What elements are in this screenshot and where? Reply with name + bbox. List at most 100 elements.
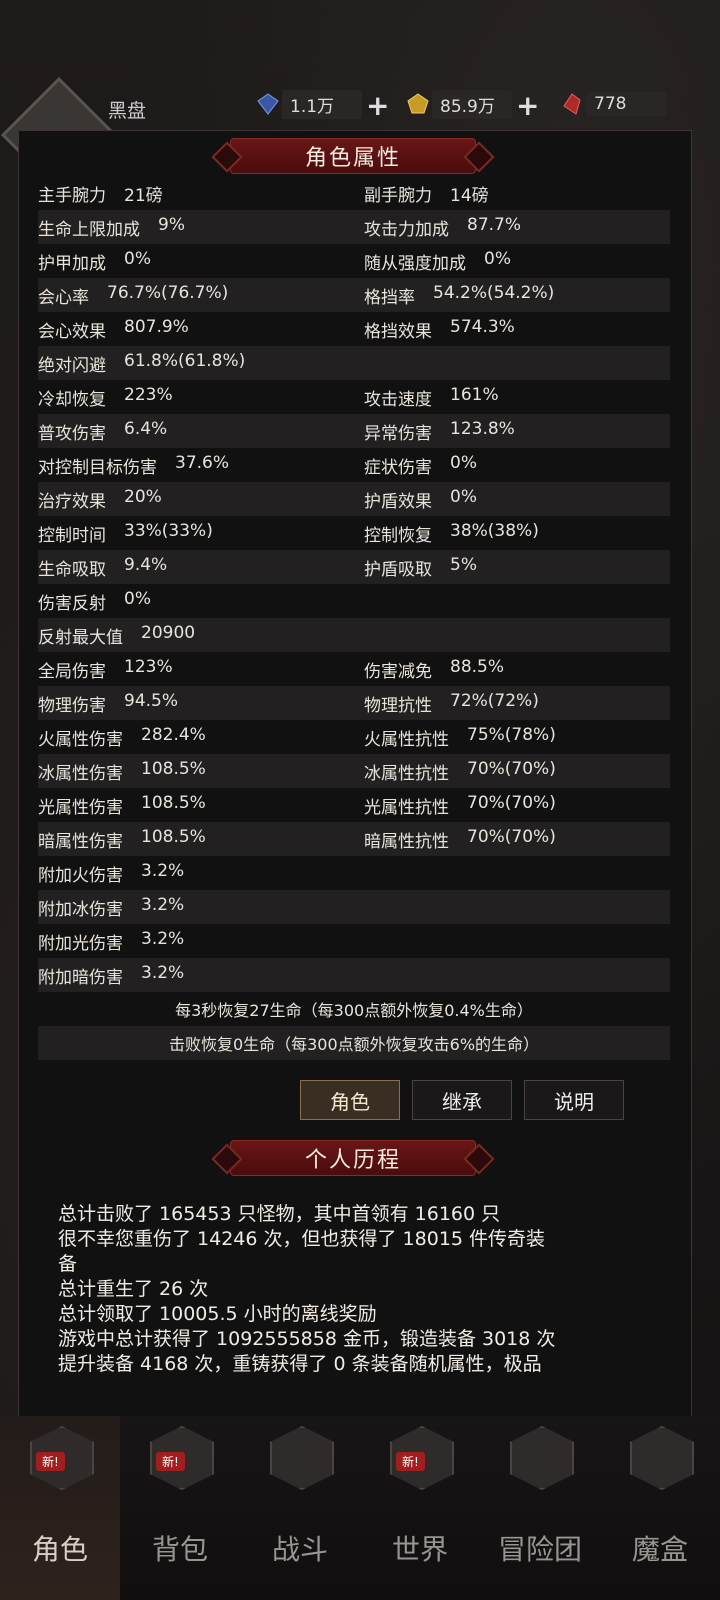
- stat-value: 9%: [158, 214, 185, 235]
- currency-red-gem: 778: [560, 90, 666, 118]
- stat-right: 症状伤害 0%: [364, 453, 670, 478]
- stat-right: 火属性抗性 75%(78%): [364, 725, 670, 750]
- stat-label: 光属性伤害: [38, 797, 123, 818]
- stat-label: 物理抗性: [364, 695, 432, 716]
- stat-label: 火属性伤害: [38, 729, 123, 750]
- stat-label: 对控制目标伤害: [38, 457, 157, 478]
- stat-row: 附加火伤害 3.2%: [38, 856, 670, 890]
- stat-value: 3.2%: [141, 894, 185, 915]
- history-title: 个人历程: [304, 1148, 401, 1173]
- nav-magic-box[interactable]: 魔盒: [600, 1416, 720, 1600]
- stat-left: 附加光伤害 3.2%: [38, 929, 364, 954]
- stat-value: 61.8%(61.8%): [124, 350, 246, 371]
- stat-left: 生命上限加成 9%: [38, 215, 364, 240]
- stat-label: 治疗效果: [38, 491, 106, 512]
- history-line: 总计领取了 10005.5 小时的离线奖励: [58, 1303, 377, 1325]
- stat-label: 会心效果: [38, 321, 106, 342]
- stat-right: 攻击速度 161%: [364, 385, 670, 410]
- stat-value: 21磅: [124, 185, 163, 206]
- stat-right: 异常伤害 123.8%: [364, 419, 670, 444]
- stat-value: 88.5%: [450, 656, 505, 677]
- stat-label: 护盾吸取: [364, 559, 432, 580]
- stat-left: 生命吸取 9.4%: [38, 555, 364, 580]
- stat-left: 伤害反射 0%: [38, 589, 364, 614]
- stat-row: 绝对闪避 61.8%(61.8%): [38, 346, 670, 380]
- stat-label: 冷却恢复: [38, 389, 106, 410]
- stat-left: 会心率 76.7%(76.7%): [38, 283, 364, 308]
- stat-value: 161%: [450, 384, 499, 405]
- bottom-nav: 新! 角色 新! 背包 战斗 新! 世界 冒险团 魔盒: [0, 1416, 720, 1600]
- stat-right: 暗属性抗性 70%(70%): [364, 827, 670, 852]
- stat-label: 生命吸取: [38, 559, 106, 580]
- stat-label: 全局伤害: [38, 661, 106, 682]
- stat-right: 护盾吸取 5%: [364, 555, 670, 580]
- stat-row: 冷却恢复 223% 攻击速度 161%: [38, 380, 670, 414]
- stat-right: 控制恢复 38%(38%): [364, 521, 670, 546]
- stat-right: 冰属性抗性 70%(70%): [364, 759, 670, 784]
- stat-label: 火属性抗性: [364, 729, 449, 750]
- stat-row: 全局伤害 123% 伤害减免 88.5%: [38, 652, 670, 686]
- nav-battle[interactable]: 战斗: [240, 1416, 360, 1600]
- stat-value: 72%(72%): [450, 690, 539, 711]
- stat-left: 附加冰伤害 3.2%: [38, 895, 364, 920]
- tab-character[interactable]: 角色: [300, 1080, 400, 1120]
- add-gold-button[interactable]: +: [516, 89, 539, 122]
- stat-value: 3.2%: [141, 860, 185, 881]
- stat-value: 223%: [124, 384, 173, 405]
- stat-value: 70%(70%): [467, 758, 556, 779]
- history-text: 总计击败了 165453 只怪物，其中首领有 16160 只 很不幸您重伤了 1…: [58, 1202, 658, 1377]
- stat-value: 123.8%: [450, 418, 515, 439]
- history-line: 很不幸您重伤了 14246 次，但也获得了 18015 件传奇装: [58, 1228, 546, 1250]
- add-gems-button[interactable]: +: [366, 89, 389, 122]
- stat-label: 攻击力加成: [364, 219, 449, 240]
- stat-value: 282.4%: [141, 724, 206, 745]
- stat-value: 108.5%: [141, 792, 206, 813]
- stat-row: 反射最大值 20900: [38, 618, 670, 652]
- history-line: 总计击败了 165453 只怪物，其中首领有 16160 只: [58, 1203, 501, 1225]
- attributes-title: 角色属性: [304, 146, 401, 171]
- stat-row: 普攻伤害 6.4% 异常伤害 123.8%: [38, 414, 670, 448]
- stat-label: 附加暗伤害: [38, 967, 123, 988]
- stat-label: 附加火伤害: [38, 865, 123, 886]
- nav-backpack[interactable]: 新! 背包: [120, 1416, 240, 1600]
- stat-row: 火属性伤害 282.4% 火属性抗性 75%(78%): [38, 720, 670, 754]
- stat-value: 3.2%: [141, 928, 185, 949]
- stat-value: 70%(70%): [467, 826, 556, 847]
- stat-left: 附加火伤害 3.2%: [38, 861, 364, 886]
- stat-row: 附加暗伤害 3.2%: [38, 958, 670, 992]
- stat-row: 暗属性伤害 108.5% 暗属性抗性 70%(70%): [38, 822, 670, 856]
- stat-left: 会心效果 807.9%: [38, 317, 364, 342]
- stat-left: 全局伤害 123%: [38, 657, 364, 682]
- currency-gold: 85.9万: [406, 89, 512, 119]
- nav-world[interactable]: 新! 世界: [360, 1416, 480, 1600]
- new-badge: 新!: [36, 1452, 65, 1471]
- stat-value: 3.2%: [141, 962, 185, 983]
- stat-left: 火属性伤害 282.4%: [38, 725, 364, 750]
- stat-value: 38%(38%): [450, 520, 539, 541]
- nav-adventure-group[interactable]: 冒险团: [480, 1416, 600, 1600]
- stat-left: 护甲加成 0%: [38, 249, 364, 274]
- stat-value: 9.4%: [124, 554, 168, 575]
- red-gem-icon: [563, 93, 581, 115]
- stat-value: 574.3%: [450, 316, 515, 337]
- tab-inherit[interactable]: 继承: [412, 1080, 512, 1120]
- stat-right: 攻击力加成 87.7%: [364, 215, 670, 240]
- tab-explanation[interactable]: 说明: [524, 1080, 624, 1120]
- stat-label: 会心率: [38, 287, 89, 308]
- stat-left: 普攻伤害 6.4%: [38, 419, 364, 444]
- history-line: 总计重生了 26 次: [58, 1278, 209, 1300]
- stat-label: 物理伤害: [38, 695, 106, 716]
- stat-right: 格挡率 54.2%(54.2%): [364, 283, 670, 308]
- stat-left: 治疗效果 20%: [38, 487, 364, 512]
- nav-character[interactable]: 新! 角色: [0, 1416, 120, 1600]
- stat-label: 光属性抗性: [364, 797, 449, 818]
- stat-value: 0%: [124, 588, 151, 609]
- stat-row: 生命上限加成 9% 攻击力加成 87.7%: [38, 210, 670, 244]
- stat-right: 伤害减免 88.5%: [364, 657, 670, 682]
- stat-row: 伤害反射 0%: [38, 584, 670, 618]
- stat-left: 暗属性伤害 108.5%: [38, 827, 364, 852]
- stat-row: 控制时间 33%(33%) 控制恢复 38%(38%): [38, 516, 670, 550]
- stat-left: 冷却恢复 223%: [38, 385, 364, 410]
- sword-shield-icon: [270, 1426, 334, 1490]
- stat-label: 攻击速度: [364, 389, 432, 410]
